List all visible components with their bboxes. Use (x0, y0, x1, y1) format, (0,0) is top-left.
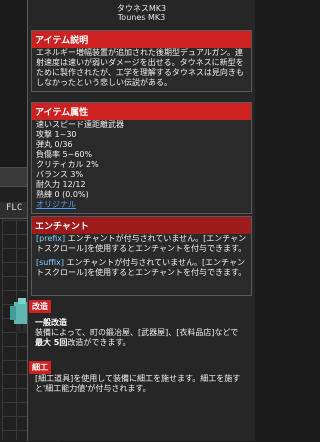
attr-injury: 負傷率 5~60% (36, 150, 93, 159)
tooltip-header: タウネスMK3 Tounes MK3 (28, 0, 255, 22)
detail-text: [細工道具]を使用して装備に細工を施せます。細工を施すと'細工能力値'が付与され… (35, 374, 241, 393)
modification-subtitle: 一般改造 (35, 318, 67, 327)
attr-ammo: 弾丸 0/36 (36, 140, 73, 149)
description-title: アイテム説明 (32, 31, 251, 48)
enchant-suffix: [suffix] エンチャントが付与されていません。[エンチャントスクロール]を… (36, 258, 247, 278)
tab-flc-label: FLC (6, 203, 23, 213)
modification-text: 装備によって、町の鍛冶屋、[武器屋]、[衣料品店]などで最大 5回改造ができます… (35, 328, 246, 348)
original-tag: オリジナル (36, 200, 76, 209)
enchant-suffix-label: [suffix] (36, 258, 64, 267)
description-text: エネルギー増幅装置が追加された後期型デュアルガン。連射速度は速いが弱いダメージを… (36, 48, 244, 87)
attributes-title: アイテム属性 (32, 103, 251, 120)
modification-max: 最大 5回 (35, 338, 68, 347)
enchant-section: エンチャント [prefix] エンチャントが付与されていません。[エンチャント… (31, 216, 252, 296)
attr-type: 速いスピード遠距離武器 (36, 120, 124, 129)
enchant-suffix-text: エンチャントが付与されていません。[エンチャントスクロール]を使用するとエンチャ… (36, 258, 247, 277)
attributes-section: アイテム属性 速いスピード遠距離武器 攻撃 1~30 弾丸 0/36 負傷率 5… (31, 102, 252, 214)
attr-attack: 攻撃 1~30 (36, 130, 77, 139)
enchant-prefix-label: [prefix] (36, 234, 66, 243)
attr-durability: 耐久力 12/12 (36, 180, 86, 189)
modification-text-before: 装備によって、町の鍛冶屋、[武器屋]、[衣料品店]などで (35, 328, 239, 337)
enchant-prefix-text: エンチャントが付与されていません。[エンチャントスクロール]を使用するとエンチャ… (36, 234, 247, 253)
item-name-jp: タウネスMK3 (116, 4, 167, 13)
enchant-prefix: [prefix] エンチャントが付与されていません。[エンチャントスクロール]を… (36, 234, 247, 254)
modification-title: 改造 (29, 300, 51, 313)
modification-text-after: 改造ができます。 (67, 338, 131, 347)
attr-balance: バランス 3% (36, 170, 84, 179)
item-name-en: Tounes MK3 (117, 13, 166, 22)
detail-section: [細工道具]を使用して装備に細工を施せます。細工を施すと'細工能力値'が付与され… (31, 374, 250, 404)
item-tooltip: タウネスMK3 Tounes MK3 アイテム説明 エネルギー増幅装置が追加され… (27, 0, 255, 441)
description-section: アイテム説明 エネルギー増幅装置が追加された後期型デュアルガン。連射速度は速いが… (31, 30, 252, 92)
attr-critical: クリティカル 2% (36, 160, 99, 169)
attr-proficiency: 熟練 0 (0.0%) (36, 190, 89, 199)
enchant-title: エンチャント (32, 217, 251, 234)
detail-title: 細工 (29, 361, 51, 374)
modification-section: 一般改造 装備によって、町の鍛冶屋、[武器屋]、[衣料品店]などで最大 5回改造… (31, 316, 250, 358)
